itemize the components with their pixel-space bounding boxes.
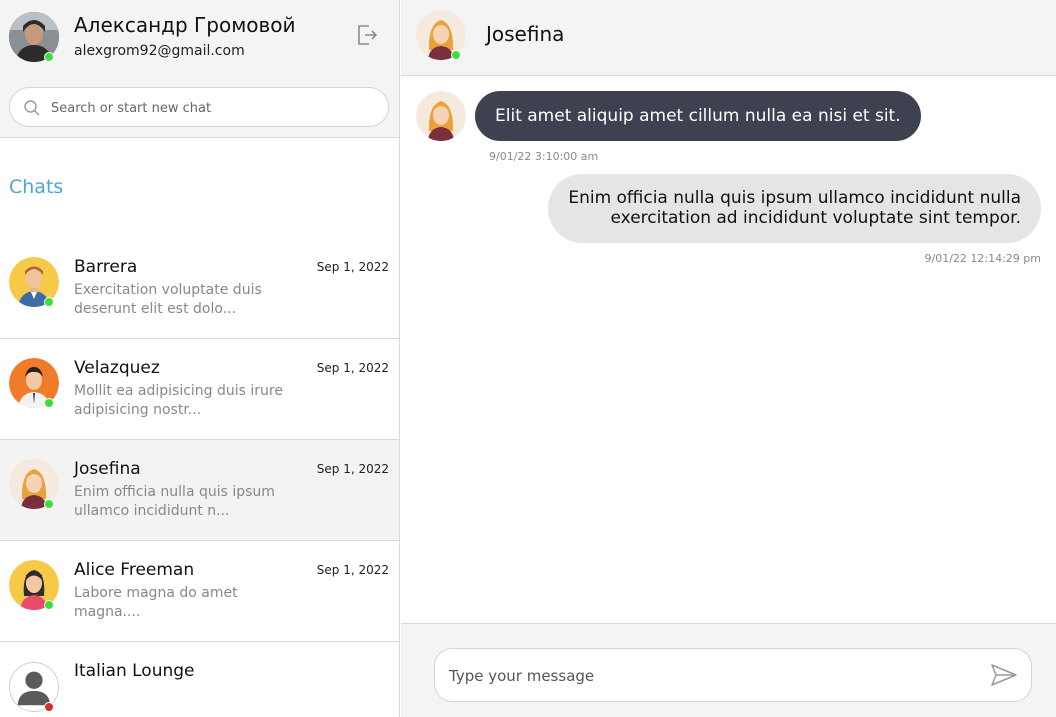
chat-list-item-italian-lounge[interactable]: Italian Lounge (0, 642, 399, 717)
online-status-dot (44, 499, 54, 509)
online-status-dot (44, 297, 54, 307)
online-status-dot (44, 600, 54, 610)
conversation-panel: Josefina Elit amet aliquip amet cillum n… (401, 0, 1056, 717)
search-bar (9, 87, 389, 127)
incoming-message-bubble: Elit amet aliquip amet cillum nulla ea n… (475, 91, 921, 141)
offline-status-dot (44, 702, 54, 712)
message-composer (401, 623, 1056, 717)
chat-list-item-alice-freeman[interactable]: Alice Freeman Sep 1, 2022 Labore magna d… (0, 541, 399, 642)
chat-date: Sep 1, 2022 (316, 361, 389, 375)
outgoing-message-bubble: Enim officia nulla quis ipsum ullamco in… (548, 174, 1041, 243)
chat-preview: Exercitation voluptate duis deserunt eli… (74, 282, 262, 317)
message-sender-avatar (416, 91, 466, 141)
send-icon[interactable] (990, 662, 1018, 688)
chat-name: Italian Lounge (74, 661, 195, 681)
chat-date: Sep 1, 2022 (316, 563, 389, 577)
online-status-dot (451, 50, 461, 60)
chats-heading: Chats (9, 176, 64, 198)
chat-name: Alice Freeman (74, 560, 195, 580)
message-input-box (434, 648, 1032, 702)
message-input[interactable] (449, 664, 969, 688)
woman-avatar-icon (416, 91, 466, 141)
chat-list-item-barrera[interactable]: Barrera Sep 1, 2022 Exercitation volupta… (0, 238, 399, 339)
chat-preview: Labore magna do amet magna.... (74, 585, 238, 620)
logout-icon[interactable] (354, 22, 380, 48)
chat-name: Barrera (74, 257, 138, 277)
profile-header: Александр Громовой alexgrom92@gmail.com (0, 0, 399, 138)
profile-name: Александр Громовой (74, 13, 296, 37)
sidebar: Александр Громовой alexgrom92@gmail.com … (0, 0, 400, 717)
conversation-header: Josefina (401, 0, 1056, 76)
chat-name: Velazquez (74, 358, 160, 378)
message-timestamp: 9/01/22 12:14:29 pm (924, 252, 1042, 265)
chat-name: Josefina (74, 459, 141, 479)
message-timestamp: 9/01/22 3:10:00 am (489, 150, 599, 163)
chat-list-item-velazquez[interactable]: Velazquez Sep 1, 2022 Mollit ea adipisic… (0, 339, 399, 440)
online-status-dot (44, 398, 54, 408)
chat-date: Sep 1, 2022 (316, 462, 389, 476)
contact-name: Josefina (486, 22, 565, 46)
chat-preview: Enim officia nulla quis ipsum ullamco in… (74, 484, 275, 519)
chat-list-item-josefina[interactable]: Josefina Sep 1, 2022 Enim officia nulla … (0, 440, 399, 541)
online-status-dot (44, 52, 54, 62)
search-icon (24, 100, 40, 116)
search-input[interactable] (51, 97, 371, 119)
profile-email: alexgrom92@gmail.com (74, 43, 245, 59)
chat-preview: Mollit ea adipisicing duis irure adipisi… (74, 383, 283, 418)
chat-date: Sep 1, 2022 (316, 260, 389, 274)
